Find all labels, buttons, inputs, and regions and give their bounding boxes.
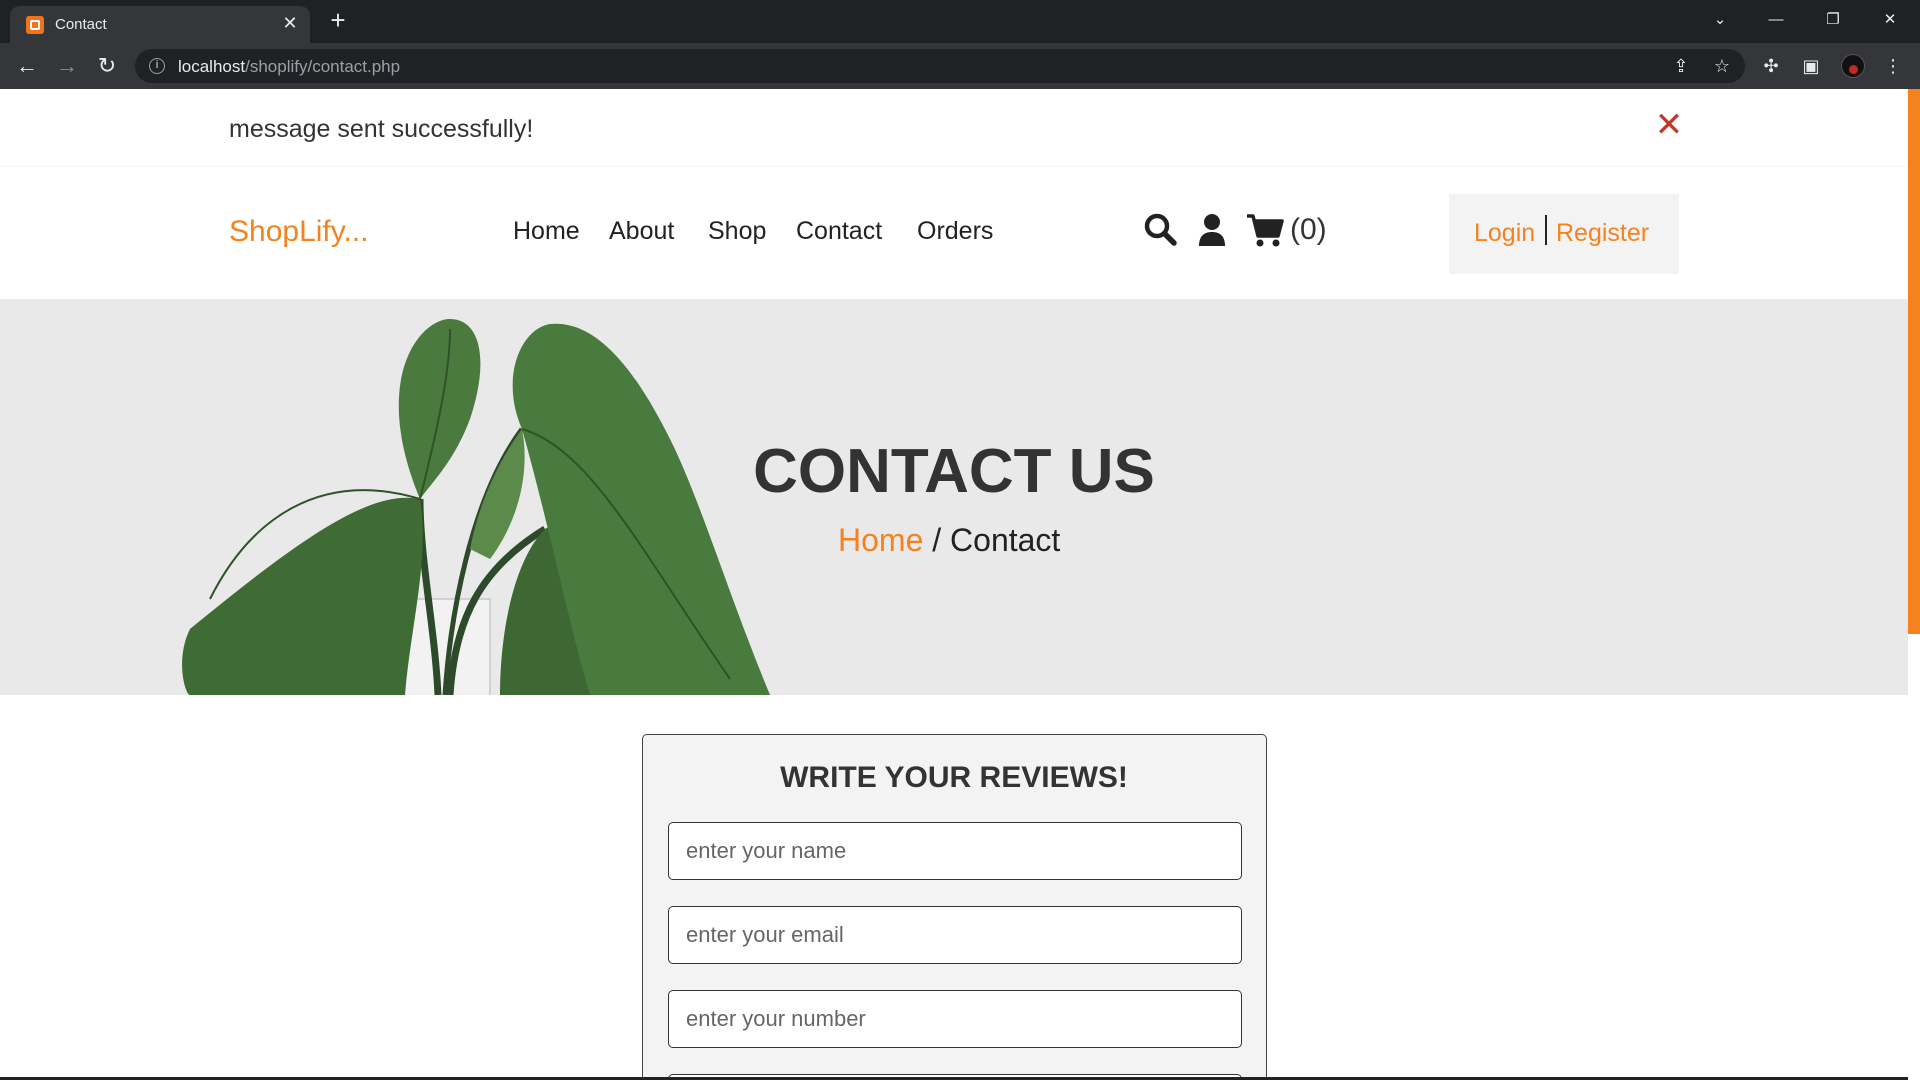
nav-about[interactable]: About	[609, 217, 674, 246]
close-icon[interactable]: ✕	[1653, 108, 1685, 142]
breadcrumb-home[interactable]: Home	[838, 522, 923, 558]
profile-avatar[interactable]	[1841, 54, 1865, 78]
nav-orders[interactable]: Orders	[917, 217, 993, 246]
window-close-icon[interactable]: ✕	[1870, 4, 1910, 36]
auth-box: Login Register	[1449, 194, 1679, 274]
cart-icon[interactable]	[1246, 212, 1284, 248]
browser-menu-icon[interactable]: ⋮	[1882, 55, 1904, 77]
url-text[interactable]: localhost/shoplify/contact.php	[178, 57, 400, 77]
extensions-icon[interactable]: ✣	[1760, 55, 1782, 77]
forward-icon[interactable]: →	[53, 52, 81, 80]
browser-toolbar: ← → ↻ i localhost/shoplify/contact.php ⇪…	[0, 43, 1920, 89]
url-path: /shoplify/contact.php	[245, 57, 401, 76]
page-banner: CONTACT US Home / Contact	[0, 299, 1908, 695]
breadcrumb: Home / Contact	[838, 522, 1060, 559]
site-header: ShopLify... Home About Shop Contact Orde…	[0, 168, 1908, 299]
browser-tab[interactable]: Contact ✕	[10, 6, 310, 43]
review-form: WRITE YOUR REVIEWS!	[642, 734, 1267, 1080]
search-icon[interactable]	[1143, 212, 1179, 248]
cart-count[interactable]: (0)	[1290, 213, 1327, 247]
scrollbar-thumb[interactable]	[1908, 89, 1920, 634]
xampp-favicon-icon	[26, 16, 44, 34]
nav-home[interactable]: Home	[513, 217, 580, 246]
browser-tabstrip: Contact ✕ + ⌄ — ❐ ✕	[0, 0, 1920, 43]
register-link[interactable]: Register	[1556, 219, 1649, 248]
back-icon[interactable]: ←	[13, 52, 41, 80]
address-bar[interactable]: i localhost/shoplify/contact.php ⇪ ☆	[135, 49, 1745, 83]
breadcrumb-current: Contact	[950, 522, 1061, 558]
email-field[interactable]	[668, 906, 1242, 964]
nav-shop[interactable]: Shop	[708, 217, 766, 246]
message-bar: message sent successfully! ✕	[0, 89, 1908, 167]
user-icon[interactable]	[1198, 212, 1226, 248]
new-tab-icon[interactable]: +	[325, 7, 351, 33]
share-icon[interactable]: ⇪	[1670, 55, 1692, 77]
restore-icon[interactable]: ❐	[1813, 4, 1853, 36]
breadcrumb-separator: /	[923, 522, 951, 558]
name-field[interactable]	[668, 822, 1242, 880]
tab-close-icon[interactable]: ✕	[280, 13, 300, 33]
bookmark-star-icon[interactable]: ☆	[1711, 55, 1733, 77]
message-text: message sent successfully!	[229, 115, 534, 143]
form-title: WRITE YOUR REVIEWS!	[780, 761, 1128, 794]
tab-search-icon[interactable]: ⌄	[1700, 4, 1740, 36]
auth-divider	[1545, 215, 1547, 245]
nav-contact[interactable]: Contact	[796, 217, 882, 246]
site-logo[interactable]: ShopLify...	[229, 215, 369, 249]
url-host: localhost	[178, 57, 246, 76]
number-field[interactable]	[668, 990, 1242, 1048]
minimize-icon[interactable]: —	[1756, 4, 1796, 36]
side-panel-icon[interactable]: ▣	[1800, 55, 1822, 77]
site-info-icon[interactable]: i	[149, 58, 165, 74]
login-link[interactable]: Login	[1474, 219, 1535, 248]
page-viewport: message sent successfully! ✕ ShopLify...…	[0, 89, 1920, 1080]
reload-icon[interactable]: ↻	[93, 52, 121, 80]
page-title: CONTACT US	[753, 437, 1155, 506]
tab-title: Contact	[55, 16, 107, 33]
